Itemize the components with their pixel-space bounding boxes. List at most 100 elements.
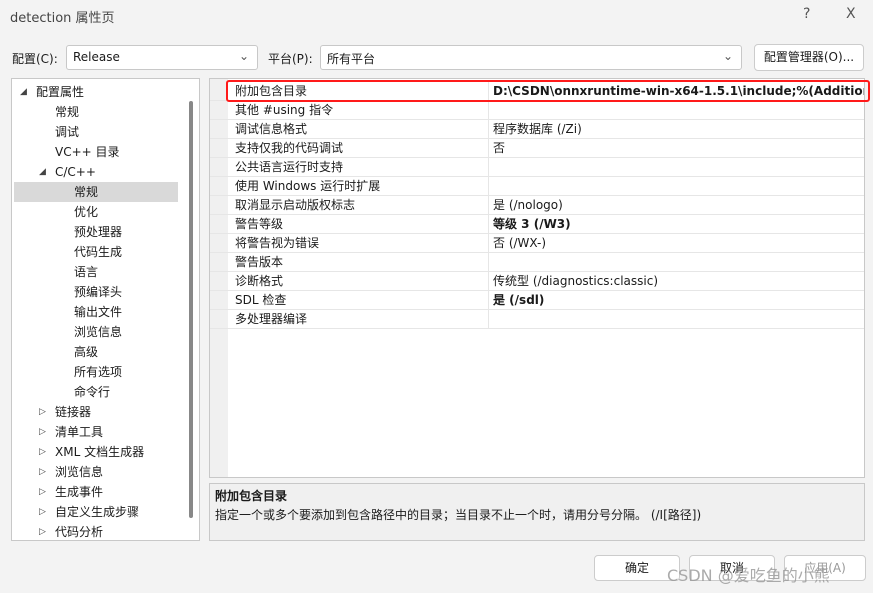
tree-item-label: XML 文档生成器 bbox=[55, 445, 145, 459]
description-text: 指定一个或多个要添加到包含路径中的目录；当目录不止一个时，请用分号分隔。 (/I… bbox=[215, 508, 702, 522]
tree-item[interactable]: 调试 bbox=[55, 122, 79, 142]
property-name: 公共语言运行时支持 bbox=[235, 160, 344, 174]
tree-item[interactable]: VC++ 目录 bbox=[55, 142, 120, 162]
description-title: 附加包含目录 bbox=[215, 489, 288, 503]
collapsed-icon[interactable]: ▷ bbox=[39, 407, 46, 417]
property-value[interactable]: 传统型 (/diagnostics:classic) bbox=[488, 272, 864, 291]
tree-item-label: 链接器 bbox=[55, 405, 92, 419]
property-row[interactable]: SDL 检查 是 (/sdl) bbox=[210, 291, 864, 310]
property-value[interactable]: 否 bbox=[488, 139, 864, 158]
tree-item[interactable]: 命令行 bbox=[74, 382, 110, 402]
tree-item-label: 浏览信息 bbox=[74, 325, 123, 339]
tree-item[interactable]: 常规 bbox=[14, 182, 178, 202]
property-row[interactable]: 多处理器编译 bbox=[210, 310, 864, 329]
tree-item[interactable]: 语言 bbox=[74, 262, 98, 282]
tree-item[interactable]: 浏览信息 bbox=[55, 462, 103, 482]
expanded-icon[interactable]: ◢ bbox=[20, 87, 27, 97]
collapsed-icon[interactable]: ▷ bbox=[39, 467, 46, 477]
tree-item-label: 输出文件 bbox=[74, 305, 123, 319]
property-name: 使用 Windows 运行时扩展 bbox=[235, 179, 381, 193]
property-name: 其他 #using 指令 bbox=[235, 103, 334, 117]
tree-item[interactable]: 代码分析 bbox=[55, 522, 103, 542]
tree-scrollbar[interactable] bbox=[185, 81, 197, 538]
close-button[interactable]: X bbox=[846, 6, 856, 22]
tree-item-label: 优化 bbox=[74, 205, 99, 219]
property-row[interactable]: 其他 #using 指令 bbox=[210, 101, 864, 120]
tree-item[interactable]: 预编译头 bbox=[74, 282, 122, 302]
property-name: 支持仅我的代码调试 bbox=[235, 141, 344, 155]
property-row[interactable]: 公共语言运行时支持 bbox=[210, 158, 864, 177]
property-name: SDL 检查 bbox=[235, 293, 287, 307]
property-name: 警告等级 bbox=[235, 217, 284, 231]
tree-item[interactable]: 所有选项 bbox=[74, 362, 122, 382]
property-row[interactable]: 调试信息格式 程序数据库 (/Zi) bbox=[210, 120, 864, 139]
tree-item[interactable]: 预处理器 bbox=[74, 222, 122, 242]
tree-item-label: 高级 bbox=[74, 345, 99, 359]
property-name: 取消显示启动版权标志 bbox=[235, 198, 356, 212]
help-button[interactable]: ? bbox=[803, 6, 810, 22]
property-name: 诊断格式 bbox=[235, 274, 284, 288]
collapsed-icon[interactable]: ▷ bbox=[39, 447, 46, 457]
property-grid[interactable]: 附加包含目录 D:\CSDN\onnxruntime-win-x64-1.5.1\… bbox=[209, 78, 865, 478]
window-title: detection 属性页 bbox=[10, 11, 115, 26]
property-tree[interactable]: ◢ 配置属性 常规 调试 VC++ 目录 ◢ C/C++ 常规 优化 预处理器 代码生成 语言 预编译头… bbox=[11, 78, 200, 541]
property-value[interactable]: 否 (/WX-) bbox=[488, 234, 864, 253]
property-row[interactable]: 将警告视为错误 否 (/WX-) bbox=[210, 234, 864, 253]
property-value[interactable]: 程序数据库 (/Zi) bbox=[488, 120, 864, 139]
config-label: 配置(C): bbox=[12, 52, 58, 66]
property-value[interactable] bbox=[488, 177, 864, 196]
property-row[interactable]: 取消显示启动版权标志 是 (/nologo) bbox=[210, 196, 864, 215]
expanded-icon[interactable]: ◢ bbox=[39, 167, 46, 177]
property-row[interactable]: 支持仅我的代码调试 否 bbox=[210, 139, 864, 158]
collapsed-icon[interactable]: ▷ bbox=[39, 507, 46, 517]
property-value[interactable]: 是 (/nologo) bbox=[488, 196, 864, 215]
collapsed-icon[interactable]: ▷ bbox=[39, 487, 46, 497]
tree-item[interactable]: 清单工具 bbox=[55, 422, 103, 442]
property-value[interactable] bbox=[488, 101, 864, 120]
tree-item[interactable]: 链接器 bbox=[55, 402, 91, 422]
tree-item[interactable]: 常规 bbox=[55, 102, 79, 122]
property-value[interactable] bbox=[488, 310, 864, 329]
tree-item[interactable]: 浏览信息 bbox=[74, 322, 122, 342]
tree-item-label: 生成事件 bbox=[55, 485, 104, 499]
tree-item-label: 常规 bbox=[74, 185, 99, 199]
tree-item[interactable]: 配置属性 bbox=[36, 82, 84, 102]
tree-item-label: 配置属性 bbox=[36, 85, 85, 99]
tree-item[interactable]: C/C++ bbox=[55, 162, 96, 182]
property-name: 将警告视为错误 bbox=[235, 236, 320, 250]
scrollbar-thumb[interactable] bbox=[189, 101, 193, 518]
config-value: Release bbox=[73, 50, 120, 64]
tree-item[interactable]: XML 文档生成器 bbox=[55, 442, 144, 462]
tree-item[interactable]: 自定义生成步骤 bbox=[55, 502, 139, 522]
collapsed-icon[interactable]: ▷ bbox=[39, 527, 46, 537]
collapsed-icon[interactable]: ▷ bbox=[39, 427, 46, 437]
watermark: CSDN @爱吃鱼的小熊 bbox=[667, 566, 830, 585]
tree-item-label: 调试 bbox=[55, 125, 80, 139]
property-value[interactable]: 是 (/sdl) bbox=[488, 291, 864, 310]
config-manager-button[interactable]: 配置管理器(O)... bbox=[754, 44, 864, 71]
tree-item[interactable]: 生成事件 bbox=[55, 482, 103, 502]
config-select[interactable]: Release ⌄ bbox=[66, 45, 258, 70]
tree-item-label: VC++ 目录 bbox=[55, 145, 120, 159]
property-row[interactable]: 警告等级 等级 3 (/W3) bbox=[210, 215, 864, 234]
property-value[interactable]: 等级 3 (/W3) bbox=[488, 215, 864, 234]
chevron-down-icon: ⌄ bbox=[238, 49, 249, 63]
tree-item-label: 预编译头 bbox=[74, 285, 123, 299]
property-row[interactable]: 使用 Windows 运行时扩展 bbox=[210, 177, 864, 196]
property-name: 警告版本 bbox=[235, 255, 284, 269]
property-value[interactable] bbox=[488, 253, 864, 272]
tree-item[interactable]: 优化 bbox=[74, 202, 98, 222]
property-value[interactable] bbox=[488, 158, 864, 177]
tree-item[interactable]: 输出文件 bbox=[74, 302, 122, 322]
tree-item-label: C/C++ bbox=[55, 165, 96, 179]
property-row[interactable]: 诊断格式 传统型 (/diagnostics:classic) bbox=[210, 272, 864, 291]
property-name: 多处理器编译 bbox=[235, 312, 308, 326]
tree-item[interactable]: 代码生成 bbox=[74, 242, 122, 262]
chevron-down-icon: ⌄ bbox=[722, 49, 733, 63]
tree-item-label: 预处理器 bbox=[74, 225, 123, 239]
platform-select[interactable]: 所有平台 ⌄ bbox=[320, 45, 742, 70]
highlight-box bbox=[226, 80, 870, 102]
property-row[interactable]: 警告版本 bbox=[210, 253, 864, 272]
tree-item[interactable]: 高级 bbox=[74, 342, 98, 362]
tree-item-label: 常规 bbox=[55, 105, 80, 119]
